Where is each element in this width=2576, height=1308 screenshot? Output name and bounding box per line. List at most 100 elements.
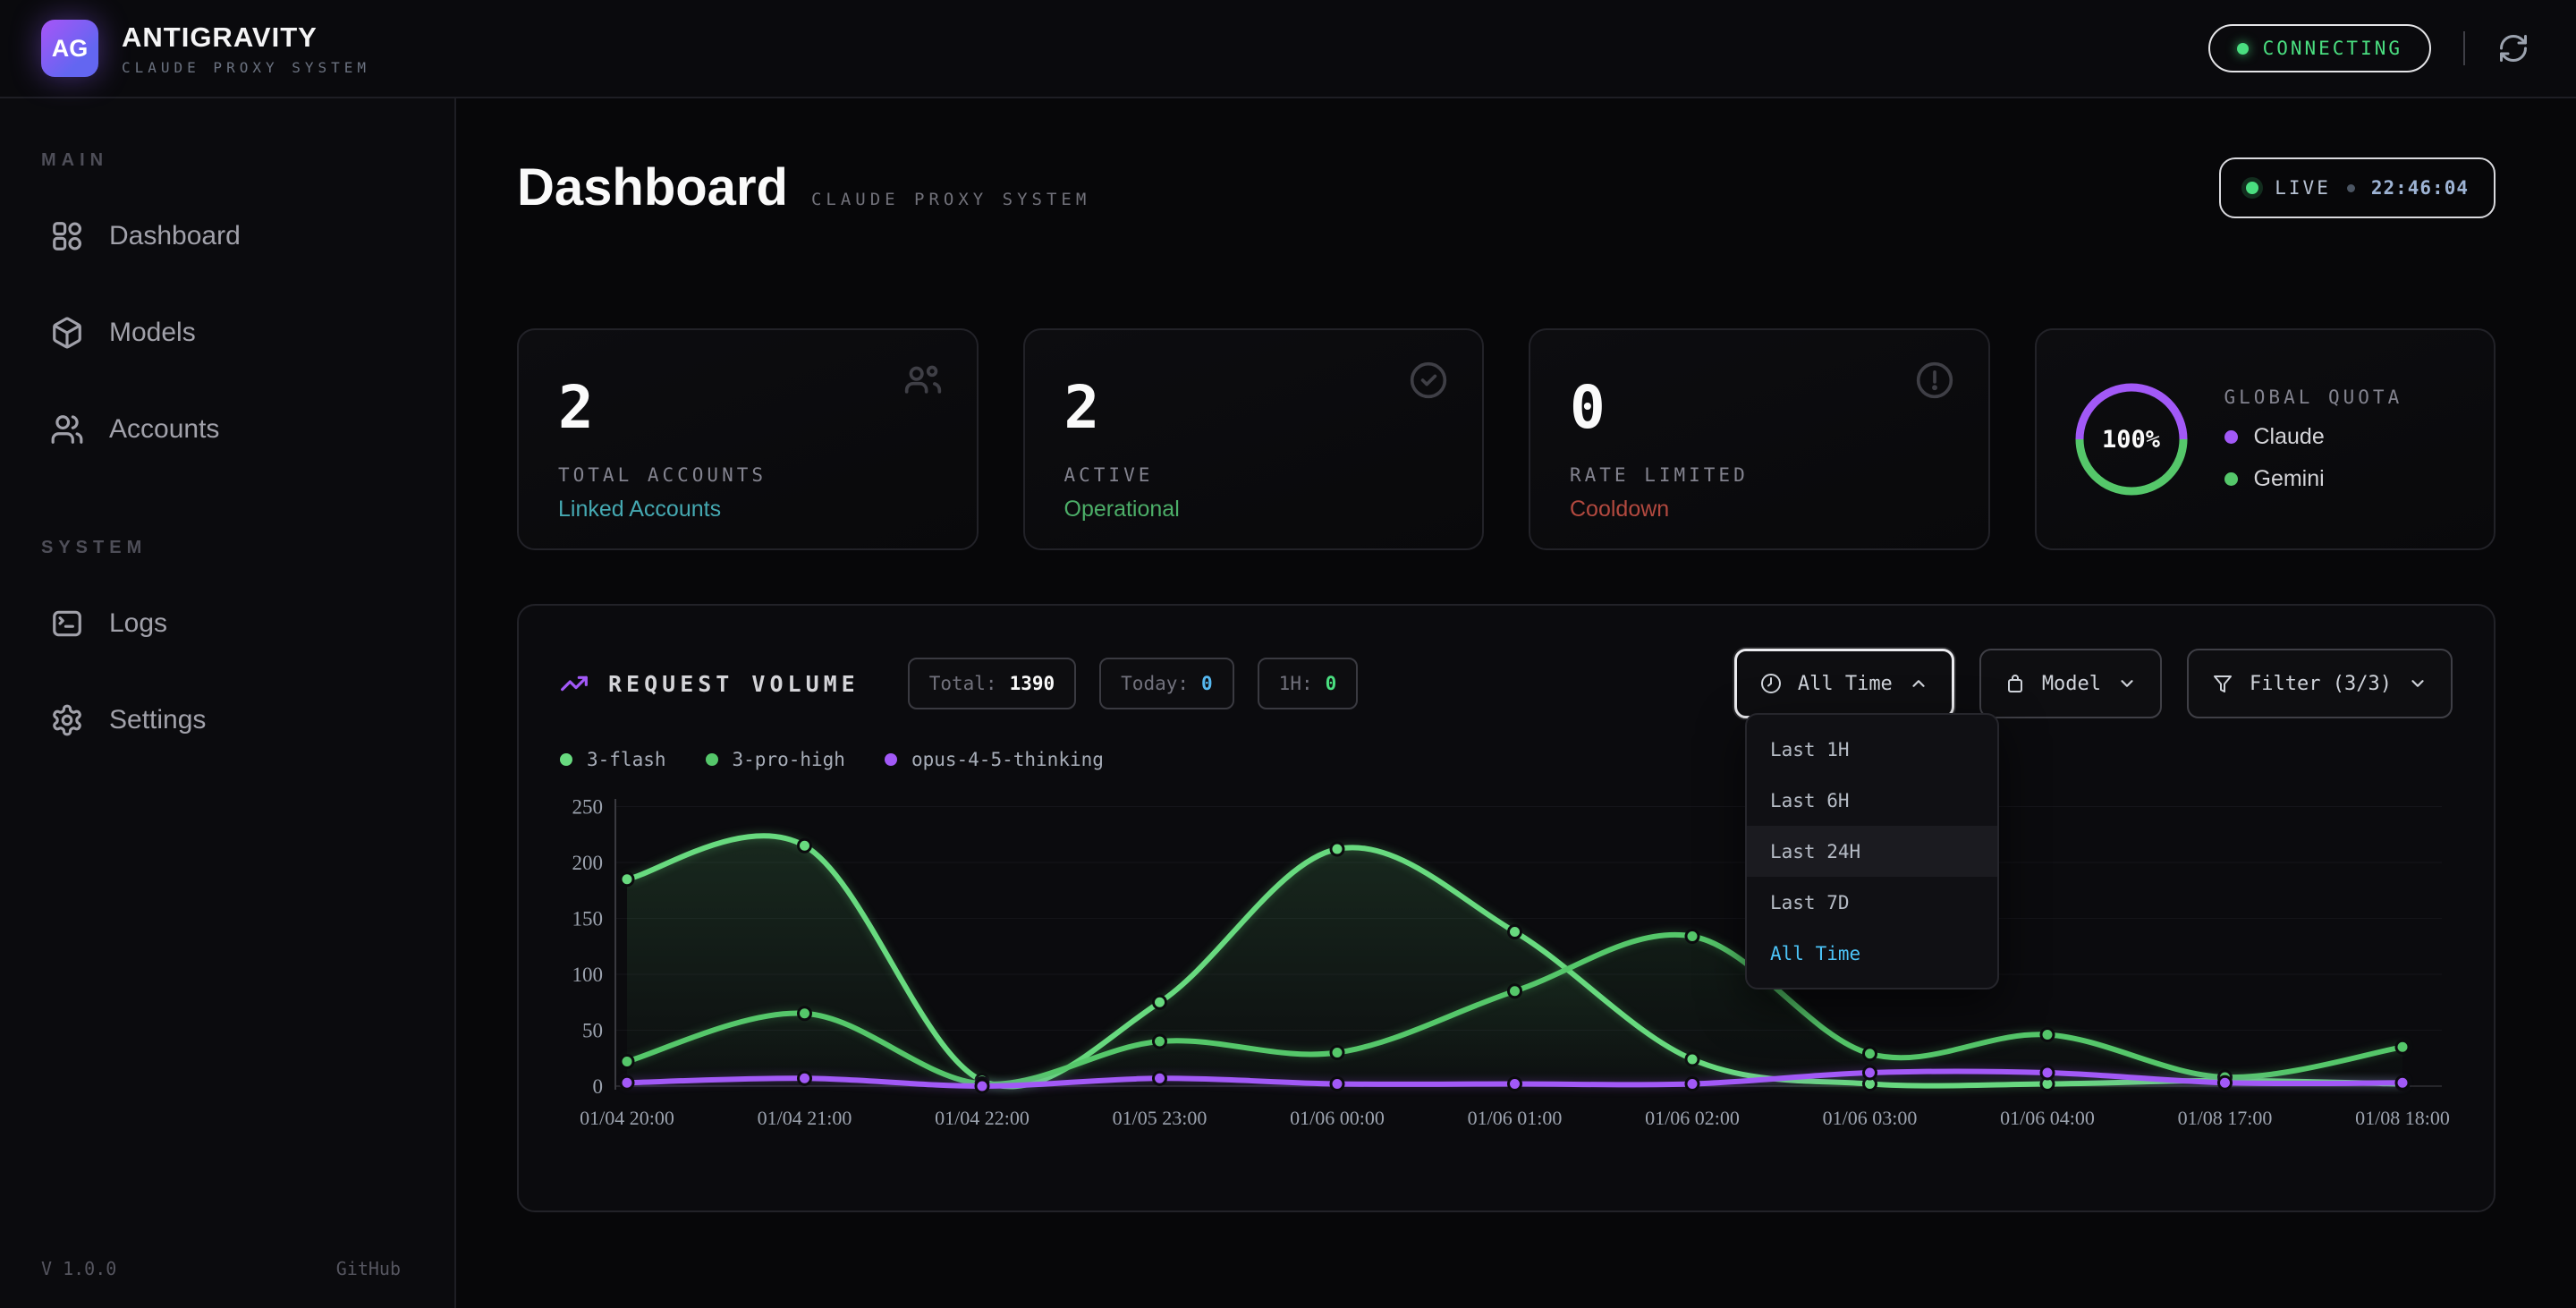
sidebar-item-accounts[interactable]: Accounts — [41, 400, 413, 459]
legend-label: opus-4-5-thinking — [911, 749, 1104, 770]
check-circle-icon — [1409, 361, 1448, 400]
legend-dot-icon — [885, 753, 897, 766]
sidebar: MAIN Dashboard Models Accounts SYSTEM Lo… — [0, 98, 456, 1308]
stat-label: RATE LIMITED — [1570, 464, 1949, 486]
sidebar-section-system: SYSTEM — [41, 538, 413, 558]
svg-text:100: 100 — [572, 964, 604, 986]
app-logo: AG — [41, 20, 98, 77]
svg-text:50: 50 — [582, 1020, 603, 1042]
users-icon — [903, 361, 943, 400]
alert-circle-icon — [1915, 361, 1954, 400]
app-header: AG ANTIGRAVITY CLAUDE PROXY SYSTEM CONNE… — [0, 0, 2576, 98]
stat-card-rate-limited: 0 RATE LIMITED Cooldown — [1529, 328, 1990, 550]
page-title: Dashboard — [517, 157, 788, 217]
badge-label: Today: — [1121, 673, 1189, 694]
svg-text:150: 150 — [572, 908, 604, 930]
app-version: V 1.0.0 — [41, 1258, 116, 1279]
badge-value: 1390 — [1010, 673, 1055, 694]
time-range-button[interactable]: All Time — [1734, 649, 1954, 718]
quota-legend-label: Claude — [2254, 424, 2325, 450]
svg-text:01/08 17:00: 01/08 17:00 — [2178, 1107, 2273, 1129]
sidebar-item-models[interactable]: Models — [41, 303, 413, 362]
sidebar-item-label: Accounts — [109, 414, 219, 445]
legend-label: 3-pro-high — [733, 749, 845, 770]
svg-text:250: 250 — [572, 796, 604, 819]
connection-status-badge: CONNECTING — [2208, 24, 2431, 72]
svg-text:0: 0 — [593, 1075, 604, 1098]
sidebar-item-label: Logs — [109, 608, 167, 639]
svg-text:01/06 04:00: 01/06 04:00 — [2000, 1107, 2095, 1129]
dropdown-item-last-24h[interactable]: Last 24H — [1747, 826, 1997, 877]
dropdown-item-last-6h[interactable]: Last 6H — [1747, 775, 1997, 826]
dropdown-item-last-7d[interactable]: Last 7D — [1747, 877, 1997, 928]
time-range-label: All Time — [1798, 673, 1893, 695]
legend-dot-icon — [560, 753, 572, 766]
sidebar-item-label: Settings — [109, 705, 206, 735]
filter-label: Filter (3/3) — [2250, 673, 2392, 695]
legend-item-3-pro-high[interactable]: 3-pro-high — [706, 749, 845, 770]
quota-legend-claude: Claude — [2224, 424, 2403, 450]
stat-card-active: 2 ACTIVE Operational — [1023, 328, 1485, 550]
sidebar-item-label: Models — [109, 318, 196, 348]
github-link[interactable]: GitHub — [336, 1258, 401, 1279]
quota-label: GLOBAL QUOTA — [2224, 386, 2403, 408]
request-volume-chart: 05010015020025001/04 20:0001/04 21:0001/… — [560, 788, 2456, 1139]
filter-button[interactable]: Filter (3/3) — [2187, 649, 2453, 718]
sidebar-item-logs[interactable]: Logs — [41, 594, 413, 653]
app-title: ANTIGRAVITY — [122, 21, 370, 54]
today-badge: Today: 0 — [1099, 658, 1234, 709]
stat-value: 2 — [558, 378, 937, 437]
svg-text:01/08 18:00: 01/08 18:00 — [2355, 1107, 2450, 1129]
gemini-dot-icon — [2224, 472, 2238, 486]
dropdown-item-last-1h[interactable]: Last 1H — [1747, 724, 1997, 775]
sidebar-item-label: Dashboard — [109, 221, 241, 251]
svg-text:01/04 20:00: 01/04 20:00 — [580, 1107, 674, 1129]
model-filter-button[interactable]: Model — [1979, 649, 2162, 718]
connection-status-label: CONNECTING — [2263, 38, 2402, 59]
users-icon — [50, 412, 84, 446]
svg-text:01/06 01:00: 01/06 01:00 — [1468, 1107, 1563, 1129]
chart-title: REQUEST VOLUME — [608, 671, 860, 697]
claude-dot-icon — [2224, 430, 2238, 444]
sidebar-item-dashboard[interactable]: Dashboard — [41, 207, 413, 266]
legend-dot-icon — [706, 753, 718, 766]
archive-box-icon — [2004, 673, 2026, 694]
chevron-down-icon — [2408, 674, 2428, 693]
badge-value: 0 — [1326, 673, 1337, 694]
quota-percent: 100% — [2072, 380, 2190, 498]
chevron-up-icon — [1909, 674, 1928, 693]
badge-label: Total: — [929, 673, 997, 694]
model-filter-label: Model — [2042, 673, 2101, 695]
request-volume-card: REQUEST VOLUME Total: 1390 Today: 0 1H: … — [517, 604, 2496, 1212]
app-subtitle: CLAUDE PROXY SYSTEM — [122, 59, 370, 76]
total-badge: Total: 1390 — [908, 658, 1076, 709]
stat-label: TOTAL ACCOUNTS — [558, 464, 937, 486]
refresh-icon[interactable] — [2497, 32, 2529, 64]
dropdown-item-all-time[interactable]: All Time — [1747, 928, 1997, 979]
sidebar-section-main: MAIN — [41, 150, 413, 171]
stat-value: 2 — [1064, 378, 1444, 437]
chart-legend: 3-flash 3-pro-high opus-4-5-thinking — [560, 749, 2453, 770]
svg-text:200: 200 — [572, 852, 604, 874]
global-quota-card: 100% GLOBAL QUOTA Claude Gemini — [2035, 328, 2496, 550]
quota-legend-gemini: Gemini — [2224, 466, 2403, 492]
svg-text:01/05 23:00: 01/05 23:00 — [1113, 1107, 1208, 1129]
svg-text:01/06 02:00: 01/06 02:00 — [1645, 1107, 1740, 1129]
live-dot-icon — [2246, 182, 2258, 194]
legend-item-opus-4-5-thinking[interactable]: opus-4-5-thinking — [885, 749, 1104, 770]
live-label: LIVE — [2275, 177, 2331, 199]
page-subtitle: CLAUDE PROXY SYSTEM — [811, 190, 1090, 209]
one-hour-badge: 1H: 0 — [1258, 658, 1359, 709]
status-dot-icon — [2237, 43, 2249, 55]
stat-card-total-accounts: 2 TOTAL ACCOUNTS Linked Accounts — [517, 328, 979, 550]
funnel-icon — [2212, 673, 2233, 694]
header-divider — [2463, 31, 2465, 65]
sidebar-item-settings[interactable]: Settings — [41, 691, 413, 750]
stat-value: 0 — [1570, 378, 1949, 437]
dashboard-grid-icon — [50, 219, 84, 253]
legend-item-3-flash[interactable]: 3-flash — [560, 749, 666, 770]
chevron-down-icon — [2117, 674, 2137, 693]
separator-dot — [2347, 184, 2355, 192]
svg-text:01/06 03:00: 01/06 03:00 — [1823, 1107, 1918, 1129]
badge-label: 1H: — [1279, 673, 1313, 694]
